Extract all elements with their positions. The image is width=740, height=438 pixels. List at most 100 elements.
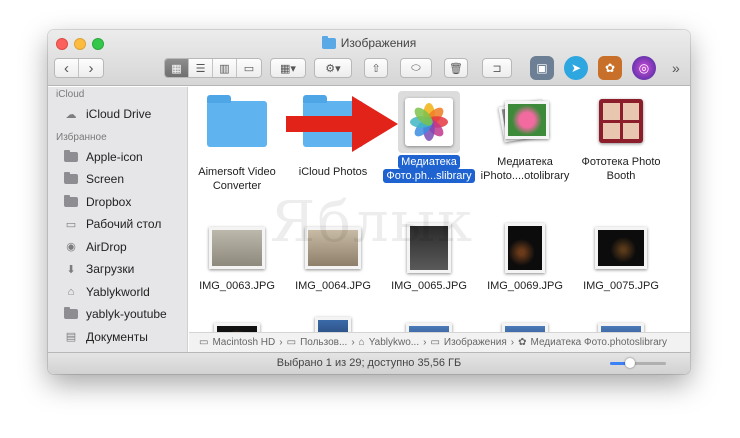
chevron-right-icon: › <box>510 337 515 348</box>
sidebar-item-home[interactable]: ⌂ Yablykworld <box>48 281 187 304</box>
icon-view-button[interactable]: ▦ <box>165 59 189 77</box>
downloads-icon: ⬇ <box>66 263 76 276</box>
file-name: iPhoto....otolibrary <box>480 170 570 182</box>
telegram-app-icon[interactable]: ➤ <box>564 56 588 80</box>
disk-icon: ▭ <box>199 337 209 348</box>
file-name: IMG_0075.JPG <box>583 280 659 292</box>
folder-icon <box>207 95 267 147</box>
path-item[interactable]: Медиатека Фото.photoslibrary <box>531 337 668 348</box>
grid-icon: ▦ <box>171 62 182 75</box>
file-item-partial[interactable] <box>573 323 669 332</box>
sidebar-item-label: Apple-icon <box>86 149 143 164</box>
file-item-img-0069[interactable]: IMG_0069.JPG <box>477 223 573 293</box>
gear-icon: ⚙▾ <box>325 62 341 75</box>
image-thumbnail <box>598 323 644 332</box>
status-bar: Выбрано 1 из 29; доступно 35,56 ГБ <box>48 352 690 374</box>
sidebar-item-label: Screen <box>86 172 125 187</box>
file-name: Booth <box>606 170 636 182</box>
file-name: Aimersoft Video <box>198 166 276 178</box>
file-item-partial[interactable] <box>189 323 285 332</box>
photos-library-icon <box>405 98 453 146</box>
chevron-right-icon: › <box>351 337 355 348</box>
window-title-text: Изображения <box>340 36 417 50</box>
home-icon: ⌂ <box>67 285 75 298</box>
image-thumbnail <box>505 223 545 273</box>
file-item-partial[interactable] <box>381 323 477 332</box>
list-view-button[interactable]: ☰ <box>189 59 213 77</box>
image-thumbnail <box>315 317 351 332</box>
path-item[interactable]: Изображения <box>444 337 507 348</box>
folder-icon <box>64 194 78 207</box>
path-item[interactable]: Yablykwo... <box>369 337 419 348</box>
nav-buttons: ‹ › <box>54 58 104 78</box>
sidebar-item-documents[interactable]: ▤ Документы <box>48 326 187 349</box>
sidebar-item-dropbox[interactable]: Dropbox <box>48 191 187 214</box>
file-name: Медиатека <box>398 155 460 169</box>
folder-icon <box>64 307 78 320</box>
preview-app-icon[interactable]: ▣ <box>530 56 554 80</box>
file-name: IMG_0065.JPG <box>391 280 467 292</box>
image-thumbnail <box>406 323 452 332</box>
home-icon: ⌂ <box>358 337 365 348</box>
chevron-left-icon: ‹ <box>64 59 69 77</box>
file-name: Фототека Photo <box>581 156 661 168</box>
file-item-photobooth-library[interactable]: Фототека Photo Booth <box>573 95 669 183</box>
icon-size-slider[interactable] <box>610 358 666 368</box>
sidebar-item-label: Dropbox <box>86 194 132 209</box>
folder-icon <box>321 35 336 49</box>
image-thumbnail <box>595 227 647 269</box>
sidebar-item-label: Рабочий стол <box>86 217 162 232</box>
sidebar-item-yablyk-youtube[interactable]: yablyk-youtube <box>48 303 187 326</box>
toolbar-overflow-button[interactable]: » <box>672 60 680 76</box>
path-item[interactable]: Пользов... <box>300 337 347 348</box>
column-view-button[interactable]: ▥ <box>213 59 237 77</box>
file-item-img-0075[interactable]: IMG_0075.JPG <box>573 227 669 293</box>
sidebar-item-label: AirDrop <box>86 239 127 254</box>
group-by-button[interactable]: ▦▾ <box>270 58 306 78</box>
sidebar-item-downloads[interactable]: ⬇ Загрузки <box>48 258 187 281</box>
new-folder-button[interactable]: ⊐ <box>482 58 512 78</box>
file-name: iCloud Photos <box>298 166 368 178</box>
folder-icon: ▭ <box>430 337 440 348</box>
file-name: Медиатека <box>497 156 553 168</box>
sidebar-item-airdrop[interactable]: ◉ AirDrop <box>48 236 187 259</box>
photos-icon: ✿ <box>518 337 527 348</box>
cloud-icon: ☁ <box>65 108 77 121</box>
new-folder-icon: ⊐ <box>492 62 502 75</box>
sidebar: iCloud ☁ iCloud Drive Избранное Apple-ic… <box>48 87 188 352</box>
tags-button[interactable]: ⬭ <box>400 58 432 78</box>
action-menu-button[interactable]: ⚙▾ <box>314 58 352 78</box>
file-name: Converter <box>212 180 262 192</box>
share-button[interactable]: ⇧ <box>364 58 388 78</box>
sidebar-item-apple-icon[interactable]: Apple-icon <box>48 146 187 169</box>
siri-app-icon[interactable]: ◎ <box>632 56 656 80</box>
window-title: Изображения <box>48 35 690 50</box>
airdrop-icon: ◉ <box>66 241 76 254</box>
folder-icon: ▭ <box>286 337 297 348</box>
file-name: IMG_0069.JPG <box>487 280 563 292</box>
view-mode-segmented: ▦ ☰ ▥ ▭ <box>164 58 262 78</box>
columns-icon: ▥ <box>219 62 230 75</box>
file-item-partial[interactable] <box>477 323 573 332</box>
file-item-iphoto-library[interactable]: Медиатека iPhoto....otolibrary <box>477 95 573 183</box>
desktop-icon: ▭ <box>65 218 77 231</box>
trash-button[interactable]: 🗑 <box>444 58 468 78</box>
title-bar: Изображения ‹ › ▦ ☰ ▥ ▭ ▦▾ ⚙▾ ⇧ ⬭ 🗑 ⊐ ▣ … <box>48 30 690 86</box>
share-icon: ⇧ <box>371 62 381 75</box>
image-app-icon[interactable]: ✿ <box>598 56 622 80</box>
file-item-partial[interactable] <box>285 317 381 332</box>
sidebar-item-screen[interactable]: Screen <box>48 168 187 191</box>
file-name: Фото.ph...slibrary <box>383 169 475 183</box>
grid-dropdown-icon: ▦▾ <box>280 62 296 75</box>
path-bar: ▭ Macintosh HD › ▭ Пользов... › ⌂ Yablyk… <box>189 332 690 352</box>
image-thumbnail <box>502 323 548 332</box>
forward-button[interactable]: › <box>79 59 103 77</box>
watermark: Яблык <box>270 190 475 255</box>
slider-knob[interactable] <box>624 358 635 368</box>
path-item[interactable]: Macintosh HD <box>212 337 275 348</box>
file-item-aimersoft[interactable]: Aimersoft Video Converter <box>189 95 285 193</box>
sidebar-item-desktop[interactable]: ▭ Рабочий стол <box>48 213 187 236</box>
sidebar-item-icloud-drive[interactable]: ☁ iCloud Drive <box>48 103 187 126</box>
gallery-view-button[interactable]: ▭ <box>237 59 261 77</box>
back-button[interactable]: ‹ <box>55 59 79 77</box>
